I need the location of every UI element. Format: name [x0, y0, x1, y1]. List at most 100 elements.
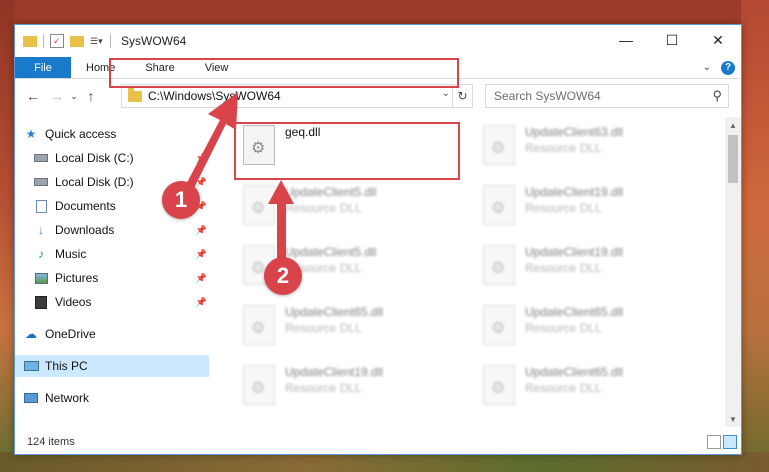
tab-file[interactable]: File	[15, 57, 71, 78]
pin-icon[interactable]: 📌	[196, 297, 207, 308]
back-arrow-icon[interactable]: ←	[21, 88, 45, 104]
sidebar-item-this-pc[interactable]: This PC	[15, 355, 209, 377]
file-name: UpdateClient5.dll	[285, 185, 377, 199]
sidebar-item-quick-access[interactable]: ★ Quick access	[23, 123, 217, 145]
file-name: UpdateClient19.dll	[525, 245, 624, 259]
new-folder-icon[interactable]	[70, 35, 84, 47]
pin-icon[interactable]: 📌	[196, 225, 207, 236]
help-icon[interactable]: ?	[721, 60, 735, 75]
toolbar-divider	[110, 34, 111, 48]
search-icon: ⚲	[712, 88, 722, 103]
list-item[interactable]: UpdateClient19.dll Resource DLL	[475, 181, 697, 237]
dll-file-icon	[483, 305, 515, 345]
file-type: Resource DLL	[525, 381, 602, 395]
dll-file-icon	[483, 245, 515, 285]
file-type: Resource DLL	[525, 261, 602, 275]
sidebar-item-music[interactable]: ♪ Music 📌	[33, 243, 209, 265]
folder-icon	[128, 87, 142, 102]
sidebar-item-label: Local Disk (D:)	[55, 175, 134, 189]
window-title: SysWOW64	[121, 34, 187, 48]
pin-icon[interactable]: 📌	[196, 249, 207, 260]
expand-ribbon-icon[interactable]: ⌄	[703, 62, 711, 73]
navigation-pane: ★ Quick access Local Disk (C:) 📌 Local D…	[15, 117, 209, 415]
large-icons-view-icon[interactable]	[723, 435, 737, 449]
list-item[interactable]: UpdateClient19.dll Resource DLL	[475, 241, 697, 297]
sidebar-item-label: OneDrive	[45, 327, 96, 341]
step-1-badge: 1	[162, 181, 200, 219]
music-icon: ♪	[38, 247, 44, 261]
sidebar-item-label: Network	[45, 391, 90, 405]
step-2-badge: 2	[264, 257, 302, 295]
sidebar-item-onedrive[interactable]: ☁ OneDrive	[23, 323, 209, 345]
toolbar-divider	[43, 34, 44, 48]
sidebar-item-videos[interactable]: Videos 📌	[33, 291, 209, 313]
pin-icon[interactable]: 📌	[196, 273, 207, 284]
documents-icon	[33, 199, 49, 213]
scroll-up-icon[interactable]: ▲	[725, 117, 741, 133]
list-item[interactable]: UpdateClient65.dll Resource DLL	[235, 301, 457, 357]
file-type: Resource DLL	[525, 141, 602, 155]
drive-icon	[33, 175, 49, 189]
sidebar-item-local-disk-c[interactable]: Local Disk (C:) 📌	[33, 147, 209, 169]
list-item[interactable]: UpdateClient5.dll Resource DLL	[235, 181, 457, 237]
sidebar-item-label: Pictures	[55, 271, 99, 285]
dll-file-icon	[483, 365, 515, 405]
details-view-icon[interactable]	[707, 435, 721, 449]
search-placeholder: Search SysWOW64	[494, 89, 601, 103]
search-input[interactable]: Search SysWOW64 ⚲	[485, 84, 729, 108]
file-type: Resource DLL	[285, 381, 362, 395]
folder-icon[interactable]	[23, 35, 37, 47]
dll-file-icon	[243, 185, 275, 225]
recent-locations-chevron-icon[interactable]: ⌄	[69, 91, 79, 102]
network-icon	[23, 391, 39, 405]
list-item[interactable]: UpdateClient19.dll Resource DLL	[235, 361, 457, 417]
star-icon: ★	[25, 127, 37, 141]
list-item[interactable]: UpdateClient65.dll Resource DLL	[475, 301, 697, 357]
vertical-scrollbar[interactable]: ▲ ▼	[725, 117, 741, 427]
list-item[interactable]: UpdateClient63.dll Resource DLL	[475, 121, 697, 177]
address-bar-highlight	[109, 58, 459, 88]
sidebar-item-label: Downloads	[55, 223, 115, 237]
scroll-down-icon[interactable]: ▼	[725, 411, 741, 427]
properties-icon[interactable]: ✓	[50, 34, 64, 48]
drive-icon	[33, 151, 49, 165]
dll-file-icon	[243, 365, 275, 405]
address-path: C:\Windows\SysWOW64	[148, 89, 281, 103]
close-button[interactable]: ✕	[695, 25, 741, 55]
pin-icon[interactable]: 📌	[196, 153, 207, 164]
file-type: Resource DLL	[525, 201, 602, 215]
file-name: UpdateClient65.dll	[285, 305, 384, 319]
sidebar-item-pictures[interactable]: Pictures 📌	[33, 267, 209, 289]
forward-arrow-icon[interactable]: →	[45, 88, 69, 104]
file-highlight	[234, 122, 460, 180]
maximize-button[interactable]: ☐	[649, 25, 695, 55]
title-bar: ✓ ☰▾ SysWOW64 — ☐ ✕	[15, 25, 741, 57]
file-name: UpdateClient19.dll	[525, 185, 624, 199]
download-icon: ↓	[38, 223, 44, 237]
dll-file-icon	[483, 185, 515, 225]
chevron-down-icon[interactable]: ⌄	[442, 88, 450, 99]
list-item[interactable]: UpdateClient65.dll Resource DLL	[475, 361, 697, 417]
cloud-icon: ☁	[25, 327, 37, 341]
minimize-button[interactable]: —	[603, 25, 649, 55]
pin-icon[interactable]: 📌	[196, 177, 207, 188]
quick-access-toolbar: ✓ ☰▾	[15, 34, 111, 48]
computer-icon	[23, 359, 39, 373]
scrollbar-thumb[interactable]	[728, 135, 738, 183]
sidebar-item-label: Local Disk (C:)	[55, 151, 134, 165]
file-type: Resource DLL	[525, 321, 602, 335]
file-name: UpdateClient63.dll	[525, 125, 624, 139]
sidebar-item-label: Videos	[55, 295, 92, 309]
sidebar-item-label: Documents	[55, 199, 116, 213]
file-type: Resource DLL	[285, 201, 362, 215]
file-name: UpdateClient19.dll	[285, 365, 384, 379]
customize-toolbar-icon[interactable]: ☰▾	[90, 34, 104, 48]
sidebar-item-network[interactable]: Network	[23, 387, 209, 409]
sidebar-item-downloads[interactable]: ↓ Downloads 📌	[33, 219, 209, 241]
dll-file-icon	[243, 305, 275, 345]
file-name: UpdateClient65.dll	[525, 365, 624, 379]
pictures-icon	[33, 271, 49, 285]
status-bar: 124 items	[15, 430, 741, 454]
file-type: Resource DLL	[285, 321, 362, 335]
up-arrow-icon[interactable]: ↑	[79, 88, 103, 104]
